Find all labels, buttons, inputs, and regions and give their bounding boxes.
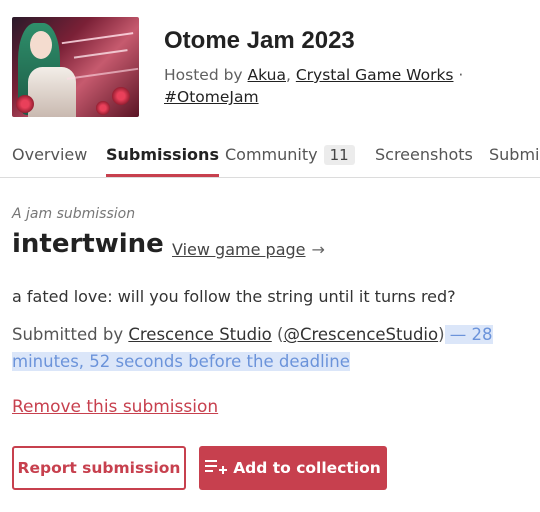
jam-title[interactable]: Otome Jam 2023: [164, 27, 355, 55]
handle-close: ): [438, 325, 445, 344]
tab-submissions[interactable]: Submissions: [106, 145, 219, 177]
host-separator: ,: [285, 66, 296, 84]
report-submission-button[interactable]: Report submission: [12, 446, 186, 490]
tab-submit[interactable]: Submis: [489, 145, 540, 177]
add-to-collection-label: Add to collection: [233, 459, 381, 477]
add-to-collection-button[interactable]: Add to collection: [199, 446, 387, 490]
host-link-akua[interactable]: Akua: [248, 66, 286, 84]
tab-label: Submis: [489, 145, 540, 164]
jam-nav-tabs: Overview Submissions Community 11 Screens…: [0, 140, 540, 178]
rose-icon: [96, 101, 110, 115]
view-game-page-link[interactable]: View game page →: [172, 240, 325, 259]
tab-screenshots[interactable]: Screenshots: [375, 145, 473, 177]
cover-logo-mark: [61, 32, 139, 80]
view-game-page-label: View game page: [172, 240, 306, 259]
jam-cover-image[interactable]: [12, 17, 139, 117]
arrow-right-icon: →: [311, 240, 325, 259]
rose-icon: [112, 87, 130, 105]
studio-handle-link[interactable]: @CrescenceStudio: [283, 325, 438, 344]
add-to-list-icon: [205, 458, 228, 478]
tab-label: Submissions: [106, 145, 219, 164]
studio-link[interactable]: Crescence Studio: [128, 325, 271, 344]
handle-open: (: [271, 325, 284, 344]
jam-header: Otome Jam 2023 Hosted by Akua, Crystal G…: [0, 0, 540, 132]
cover-character-face: [30, 31, 52, 59]
tab-overview[interactable]: Overview: [12, 145, 88, 177]
active-tab-indicator: [106, 174, 219, 177]
game-title: intertwine: [12, 229, 164, 259]
tab-label: Community: [225, 145, 318, 164]
hashtag-link[interactable]: #OtomeJam: [164, 88, 259, 106]
rose-icon: [16, 95, 34, 113]
game-tagline: a fated love: will you follow the string…: [12, 287, 456, 306]
tab-community[interactable]: Community 11: [225, 145, 355, 177]
community-count-badge: 11: [323, 145, 355, 165]
report-submission-label: Report submission: [17, 459, 181, 477]
dot-separator: ·: [453, 66, 464, 84]
hosted-by-label: Hosted by: [164, 66, 248, 84]
submission-eyebrow: A jam submission: [12, 206, 136, 222]
tab-label: Screenshots: [375, 145, 473, 164]
submitted-by-line: Submitted by Crescence Studio (@Crescenc…: [12, 321, 540, 375]
host-link-crystal-game-works[interactable]: Crystal Game Works: [296, 66, 454, 84]
hosted-by-line: Hosted by Akua, Crystal Game Works · #Oto…: [164, 64, 504, 108]
submitted-by-label: Submitted by: [12, 325, 129, 344]
tab-label: Overview: [12, 145, 88, 164]
remove-submission-link[interactable]: Remove this submission: [12, 397, 218, 417]
